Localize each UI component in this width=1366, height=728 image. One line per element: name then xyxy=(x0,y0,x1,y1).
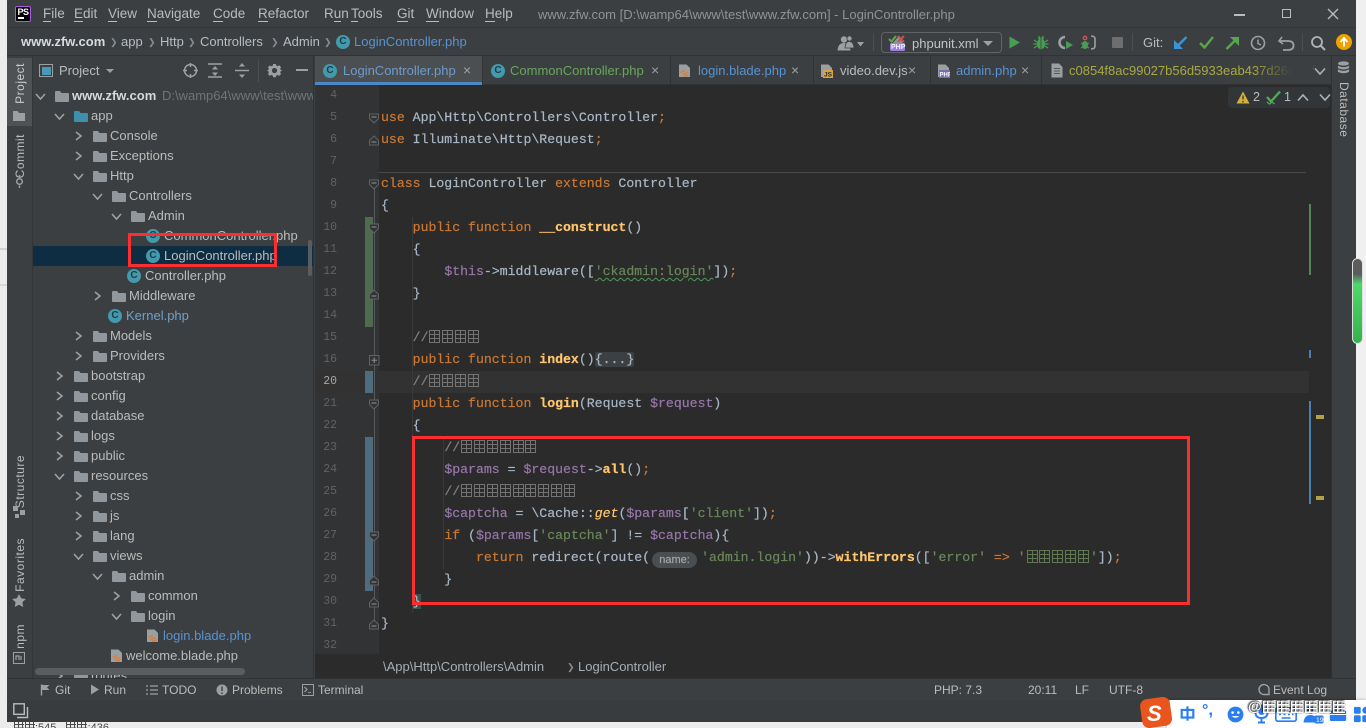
svg-text:JS: JS xyxy=(824,72,833,79)
svg-text:19: 19 xyxy=(1316,717,1324,724)
svg-text:PHP: PHP xyxy=(940,73,951,79)
svg-text:S: S xyxy=(1147,701,1162,726)
